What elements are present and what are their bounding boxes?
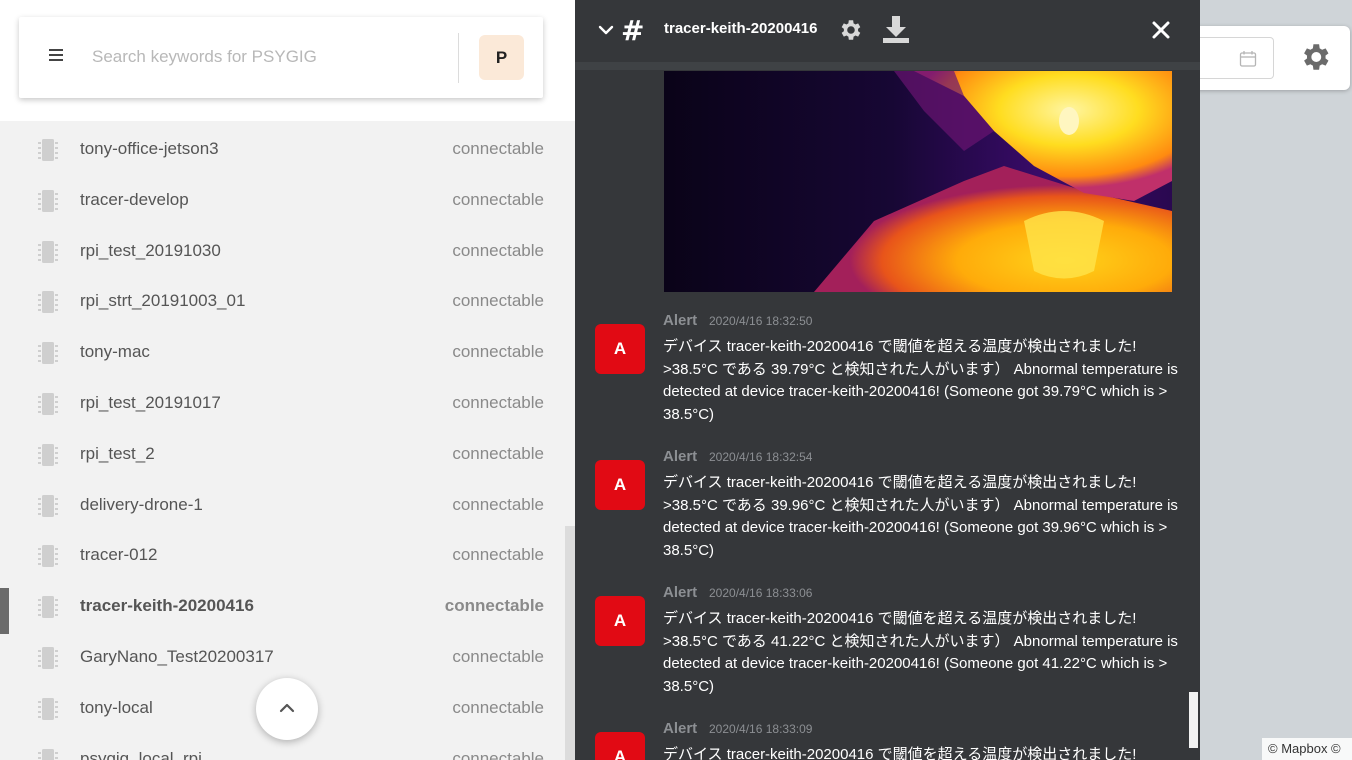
message-sender[interactable]: Alert <box>663 720 697 737</box>
date-picker[interactable] <box>1190 37 1274 79</box>
chat-scrollbar[interactable] <box>1189 692 1198 748</box>
device-name: psygig_local_rpi <box>80 748 202 760</box>
device-row[interactable]: rpi_strt_20191003_01 connectable <box>0 276 575 327</box>
message-text: デバイス tracer-keith-20200416 で閾値を超える温度が検出さ… <box>663 338 1178 424</box>
device-status: connectable <box>452 189 544 209</box>
device-status: connectable <box>452 646 544 666</box>
device-name: rpi_test_20191030 <box>80 240 221 260</box>
chip-icon <box>38 240 58 263</box>
device-name: rpi_test_2 <box>80 443 155 463</box>
chip-icon <box>38 748 58 760</box>
device-row[interactable]: rpi_test_20191030 connectable <box>0 226 575 277</box>
calendar-icon <box>1239 51 1257 67</box>
device-row[interactable]: GaryNano_Test20200317 connectable <box>0 632 575 683</box>
message-sender[interactable]: Alert <box>663 448 697 465</box>
device-row[interactable]: tony-mac connectable <box>0 327 575 378</box>
device-row[interactable]: delivery-drone-1 connectable <box>0 480 575 531</box>
chevron-up-icon <box>279 703 295 713</box>
map-settings-gear-icon[interactable] <box>1298 40 1332 74</box>
device-status: connectable <box>452 240 544 260</box>
device-name: GaryNano_Test20200317 <box>80 646 274 666</box>
chat-panel: # tracer-keith-20200416 A Alert 2020/4/1… <box>575 0 1200 760</box>
device-row[interactable]: tracer-keith-20200416 connectable <box>0 581 575 634</box>
device-status: connectable <box>452 748 544 760</box>
search-card: P <box>19 17 543 98</box>
chip-icon <box>38 139 58 161</box>
message-timestamp: 2020/4/16 18:33:09 <box>709 722 813 736</box>
chip-icon <box>38 291 58 314</box>
device-name: tracer-keith-20200416 <box>80 596 254 616</box>
gear-icon[interactable] <box>837 17 863 43</box>
chip-icon <box>38 392 58 415</box>
device-name: tracer-012 <box>80 545 158 565</box>
chat-title: tracer-keith-20200416 <box>664 20 818 37</box>
message-text: デバイス tracer-keith-20200416 で閾値を超える温度が検出さ… <box>663 474 1178 560</box>
close-icon[interactable] <box>1151 20 1171 40</box>
map-controls-panel <box>1190 26 1350 90</box>
device-name: tracer-develop <box>80 189 189 209</box>
device-row[interactable]: tracer-develop connectable <box>0 175 575 226</box>
message-timestamp: 2020/4/16 18:33:06 <box>709 586 813 600</box>
device-row[interactable]: rpi_test_2 connectable <box>0 429 575 480</box>
device-row[interactable]: tony-office-jetson3 connectable <box>0 124 575 175</box>
chip-icon <box>38 494 58 517</box>
chip-icon <box>38 443 58 466</box>
message-text: デバイス tracer-keith-20200416 で閾値を超える温度が検出さ… <box>663 610 1178 696</box>
device-name: tony-mac <box>80 342 150 362</box>
message-text: デバイス tracer-keith-20200416 で閾値を超える温度が検出さ… <box>663 746 1137 760</box>
device-status: connectable <box>452 392 544 412</box>
chip-icon <box>38 697 58 720</box>
search-input[interactable] <box>92 41 432 73</box>
sidebar-scrollbar[interactable] <box>565 526 575 760</box>
device-list: tony-office-jetson3 connectable tracer-dev… <box>0 124 575 760</box>
device-status: connectable <box>452 139 544 158</box>
device-status: connectable <box>452 697 544 717</box>
thermal-camera-image <box>664 71 1172 292</box>
message-timestamp: 2020/4/16 18:32:54 <box>709 450 813 464</box>
device-name: delivery-drone-1 <box>80 494 203 514</box>
device-status: connectable <box>444 596 544 616</box>
device-status: connectable <box>452 342 544 362</box>
chat-header-divider <box>575 62 1200 70</box>
device-status: connectable <box>452 291 544 311</box>
device-name: rpi_test_20191017 <box>80 392 221 412</box>
device-name: tony-office-jetson3 <box>80 139 219 158</box>
menu-icon[interactable] <box>49 49 63 63</box>
chip-icon <box>38 646 58 669</box>
chip-icon <box>38 189 58 212</box>
device-row[interactable]: tracer-012 connectable <box>0 530 575 581</box>
scroll-to-top-button[interactable] <box>256 678 318 740</box>
search-divider <box>458 33 459 83</box>
hash-icon: # <box>621 14 645 47</box>
chevron-down-icon[interactable] <box>598 22 614 38</box>
chip-icon <box>38 342 58 365</box>
sidebar-header: P <box>0 0 575 121</box>
user-avatar[interactable]: P <box>479 35 524 80</box>
device-status: connectable <box>452 494 544 514</box>
chip-icon <box>38 545 58 568</box>
message-timestamp: 2020/4/16 18:32:50 <box>709 314 813 328</box>
device-row[interactable]: rpi_test_20191017 connectable <box>0 378 575 429</box>
device-status: connectable <box>452 443 544 463</box>
chip-icon <box>38 596 58 619</box>
message-sender[interactable]: Alert <box>663 312 697 329</box>
alert-avatar[interactable]: A <box>595 324 645 374</box>
message-sender[interactable]: Alert <box>663 584 697 601</box>
device-name: rpi_strt_20191003_01 <box>80 291 246 311</box>
alert-avatar[interactable]: A <box>595 596 645 646</box>
device-status: connectable <box>452 545 544 565</box>
chat-header: # tracer-keith-20200416 <box>575 0 1200 62</box>
device-sidebar: P tony-office-jetson3connectabletracer-d… <box>0 0 575 760</box>
alert-avatar[interactable]: A <box>595 460 645 510</box>
device-name: tony-local <box>80 697 153 717</box>
alert-avatar[interactable]: A <box>595 732 645 760</box>
download-icon[interactable] <box>882 15 910 45</box>
map-attribution[interactable]: © Mapbox © <box>1262 738 1352 760</box>
